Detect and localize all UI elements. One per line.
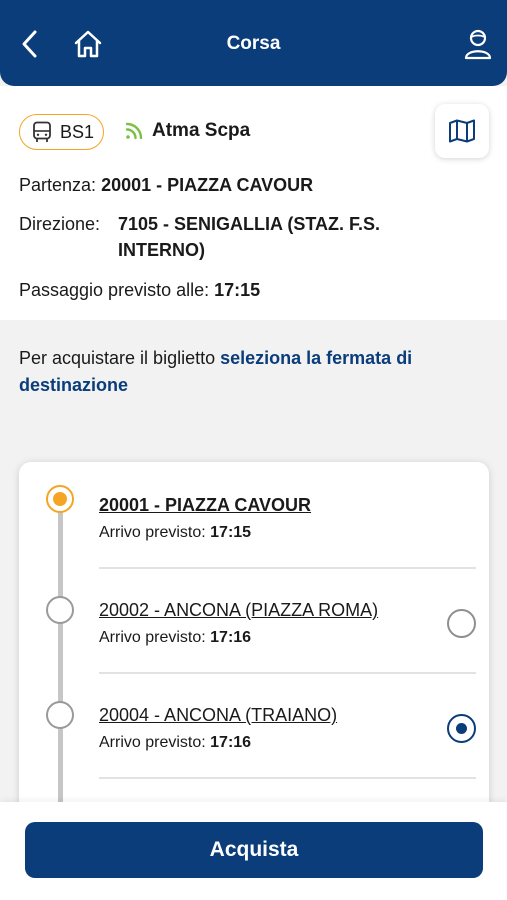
arrival-label: Arrivo previsto: bbox=[99, 734, 206, 751]
purchase-hint: Per acquistare il biglietto seleziona la… bbox=[19, 345, 489, 399]
realtime-signal-icon bbox=[125, 122, 143, 140]
stop-item[interactable]: 20004 - ANCONA (TRAIANO) Arrivo previsto… bbox=[19, 672, 489, 779]
stop-select-radio-selected[interactable] bbox=[447, 714, 476, 743]
stop-arrival: Arrivo previsto: 17:16 bbox=[99, 734, 251, 752]
stop-name[interactable]: 20001 - PIAZZA CAVOUR bbox=[99, 495, 311, 516]
passage-time: 17:15 bbox=[214, 280, 261, 300]
arrival-label: Arrivo previsto: bbox=[99, 524, 206, 541]
departure-row: Partenza: 20001 - PIAZZA CAVOUR bbox=[19, 172, 313, 198]
arrival-time: 17:16 bbox=[210, 734, 252, 751]
hint-text: Per acquistare il biglietto bbox=[19, 348, 221, 368]
stops-list: 20001 - PIAZZA CAVOUR Arrivo previsto: 1… bbox=[19, 462, 489, 822]
passage-row: Passaggio previsto alle: 17:15 bbox=[19, 277, 260, 303]
direction-value: 7105 - SENIGALLIA (STAZ. F.S. INTERNO) bbox=[118, 214, 381, 260]
page-title: Corsa bbox=[226, 33, 281, 54]
bus-icon bbox=[33, 121, 51, 142]
user-icon bbox=[464, 29, 492, 60]
arrival-time: 17:15 bbox=[210, 524, 252, 541]
arrival-time: 17:16 bbox=[210, 629, 252, 646]
operator-name: Atma Scpa bbox=[152, 120, 251, 141]
stop-name[interactable]: 20002 - ANCONA (PIAZZA ROMA) bbox=[99, 600, 378, 621]
line-code: BS1 bbox=[60, 121, 95, 142]
stop-item[interactable]: 20002 - ANCONA (PIAZZA ROMA) Arrivo prev… bbox=[19, 567, 489, 674]
departure-value: 20001 - PIAZZA CAVOUR bbox=[101, 175, 314, 195]
stop-arrival: Arrivo previsto: 17:16 bbox=[99, 629, 251, 647]
map-icon bbox=[449, 119, 475, 143]
stop-marker bbox=[46, 596, 74, 624]
app-header: Corsa bbox=[0, 0, 507, 86]
passage-label: Passaggio previsto alle: bbox=[19, 280, 210, 300]
line-badge: BS1 bbox=[19, 114, 104, 150]
profile-button[interactable] bbox=[460, 26, 496, 62]
arrival-label: Arrivo previsto: bbox=[99, 629, 206, 646]
stop-marker bbox=[46, 701, 74, 729]
stop-name[interactable]: 20004 - ANCONA (TRAIANO) bbox=[99, 705, 337, 726]
operator: Atma Scpa bbox=[124, 120, 250, 142]
stop-arrival: Arrivo previsto: 17:15 bbox=[99, 524, 251, 542]
direction-label: Direzione: bbox=[19, 214, 101, 234]
stop-select-radio[interactable] bbox=[447, 609, 476, 638]
departure-label: Partenza: bbox=[19, 175, 97, 195]
buy-button[interactable]: Acquista bbox=[25, 822, 483, 878]
stop-item: 20001 - PIAZZA CAVOUR Arrivo previsto: 1… bbox=[19, 462, 489, 569]
map-button[interactable] bbox=[435, 104, 489, 158]
divider bbox=[99, 777, 476, 779]
current-stop-marker bbox=[46, 485, 74, 513]
